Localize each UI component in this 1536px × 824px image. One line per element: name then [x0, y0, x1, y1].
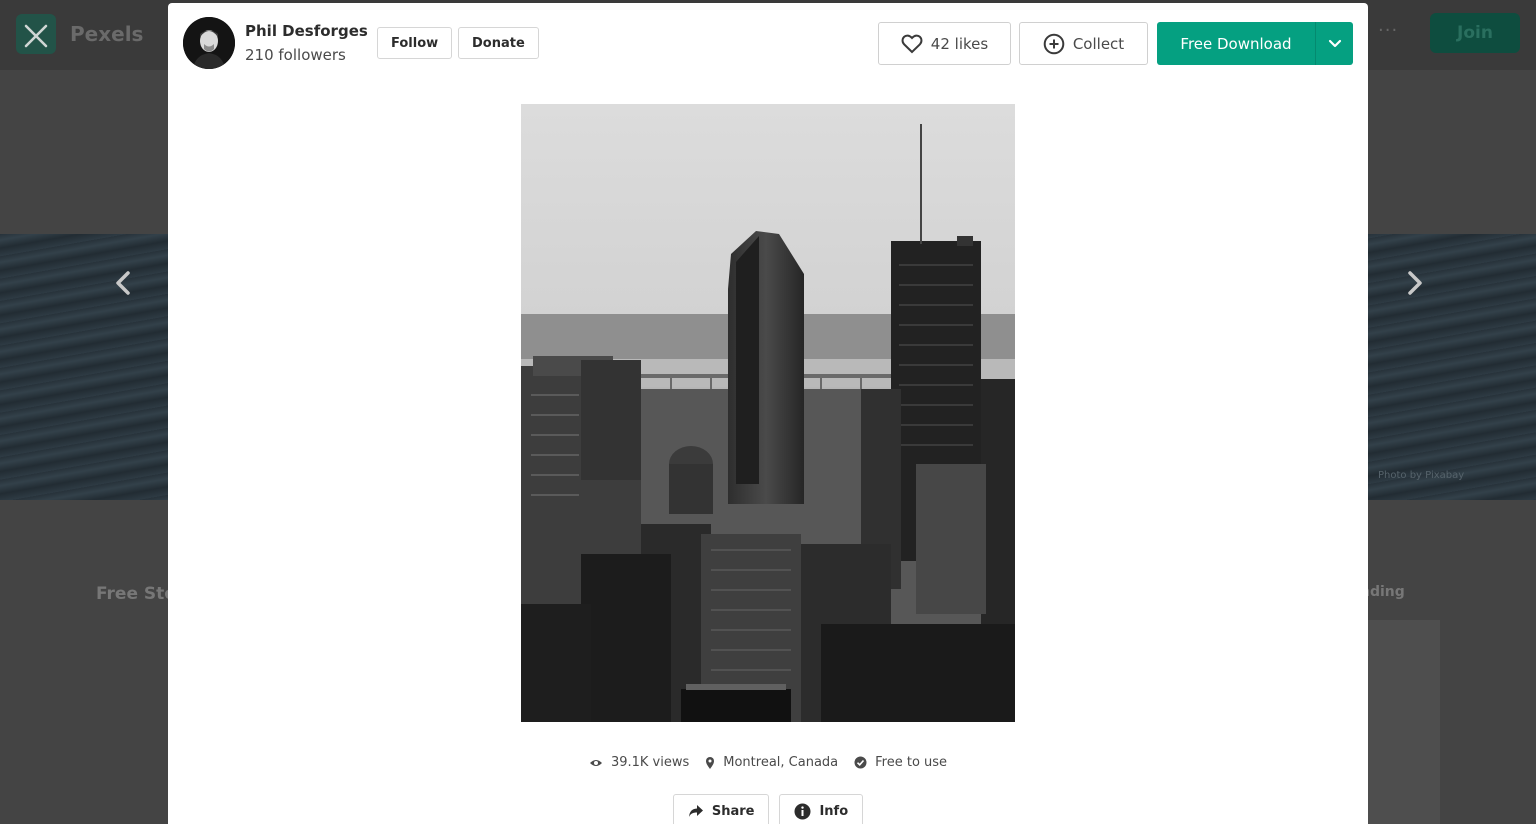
share-arrow-icon [688, 805, 703, 817]
location-text[interactable]: Montreal, Canada [723, 755, 838, 770]
photo-modal: Phil Desforges 210 followers Follow Dona… [168, 3, 1368, 824]
eye-icon [589, 759, 602, 766]
author-name[interactable]: Phil Desforges [245, 21, 368, 41]
donate-button[interactable]: Donate [458, 27, 539, 59]
join-button: Join [1430, 13, 1520, 53]
share-button[interactable]: Share [672, 794, 770, 824]
main-photo[interactable] [521, 104, 1015, 722]
collect-button[interactable]: Collect [1019, 22, 1148, 65]
likes-count: 42 likes [930, 34, 989, 53]
info-label: Info [819, 803, 849, 819]
location-stat[interactable]: Montreal, Canada [705, 755, 838, 770]
bg-photo-card [1368, 620, 1440, 824]
close-icon[interactable] [18, 18, 54, 54]
bg-brand-name: Pexels [70, 22, 144, 46]
photo-meta-row: 39.1K views Montreal, Canada Free to use [168, 755, 1368, 770]
share-label: Share [711, 803, 755, 819]
more-icon: ··· [1378, 20, 1399, 41]
download-options-chevron-down-icon[interactable] [1315, 22, 1353, 65]
free-download-button[interactable]: Free Download [1157, 22, 1315, 65]
views-count: 39.1K views [610, 755, 690, 770]
heart-icon [901, 34, 923, 53]
add-circle-icon [1043, 33, 1065, 54]
follow-button[interactable]: Follow [377, 27, 453, 59]
license-stat[interactable]: Free to use [854, 755, 947, 770]
action-row: Share Info [168, 794, 1368, 824]
info-button[interactable]: Info [779, 794, 864, 824]
location-pin-icon [706, 756, 715, 769]
author-block[interactable]: Phil Desforges 210 followers [183, 17, 368, 69]
info-icon [794, 803, 811, 819]
bg-section-title: Free Sto [96, 584, 176, 604]
check-circle-icon [854, 756, 867, 769]
avatar[interactable] [183, 17, 235, 69]
author-followers: 210 followers [245, 45, 346, 64]
next-photo-chevron-icon[interactable] [1398, 266, 1430, 300]
like-button[interactable]: 42 likes [878, 22, 1011, 65]
views-stat: 39.1K views [589, 755, 689, 770]
previous-photo-chevron-icon[interactable] [108, 266, 140, 300]
license-text[interactable]: Free to use [875, 755, 947, 770]
bg-hero-credit: Photo by Pixabay [1378, 470, 1465, 481]
collect-label: Collect [1072, 34, 1125, 53]
